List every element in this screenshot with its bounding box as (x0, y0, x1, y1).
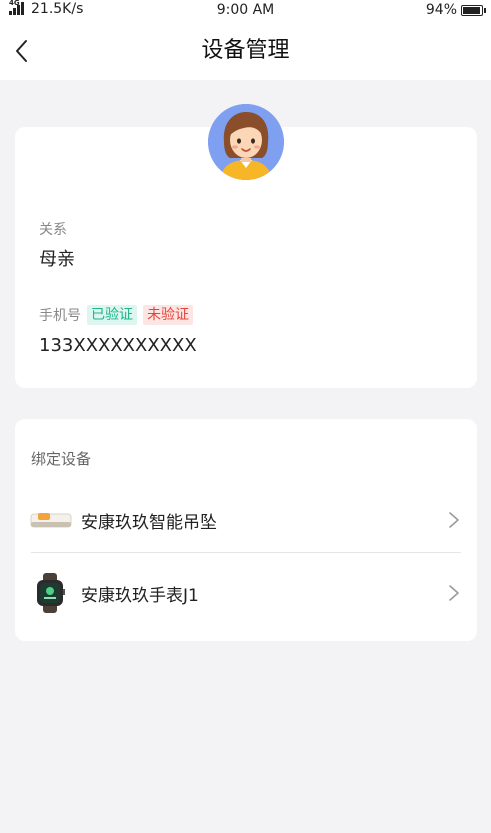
chevron-right-icon (449, 585, 459, 601)
phone-label-row: 手机号 已验证 未验证 (39, 305, 193, 325)
page-title: 设备管理 (201, 38, 290, 63)
device-item-watch[interactable]: 安康玖玖手表J1 (29, 563, 461, 623)
chevron-right-icon (449, 512, 459, 528)
status-right: 94% (425, 0, 486, 20)
phone-label: 手机号 (39, 308, 81, 324)
pendant-device-icon (29, 500, 73, 540)
battery-icon (461, 4, 486, 16)
device-name: 安康玖玖智能吊坠 (81, 512, 217, 533)
avatar[interactable] (208, 104, 284, 180)
unverified-badge[interactable]: 未验证 (143, 305, 193, 325)
verified-badge: 已验证 (87, 305, 137, 325)
device-item-pendant[interactable]: 安康玖玖智能吊坠 (29, 490, 461, 550)
devices-section-title: 绑定设备 (31, 450, 92, 468)
bound-devices-card: 绑定设备 安康玖玖智能吊坠 安康玖玖手表J1 (15, 419, 477, 641)
divider (31, 552, 461, 553)
relation-label: 关系 (39, 222, 67, 238)
phone-value: 133XXXXXXXXXX (39, 335, 197, 356)
status-bar: 4G 21.5K/s 9:00 AM 94% (0, 0, 491, 22)
navigation-bar: 设备管理 (0, 22, 491, 80)
woman-avatar-icon (208, 104, 284, 180)
relation-value: 母亲 (39, 249, 75, 270)
clock: 9:00 AM (216, 2, 275, 18)
battery-percent: 94% (425, 2, 457, 18)
smartwatch-device-icon (29, 573, 73, 613)
device-name: 安康玖玖手表J1 (81, 585, 199, 606)
